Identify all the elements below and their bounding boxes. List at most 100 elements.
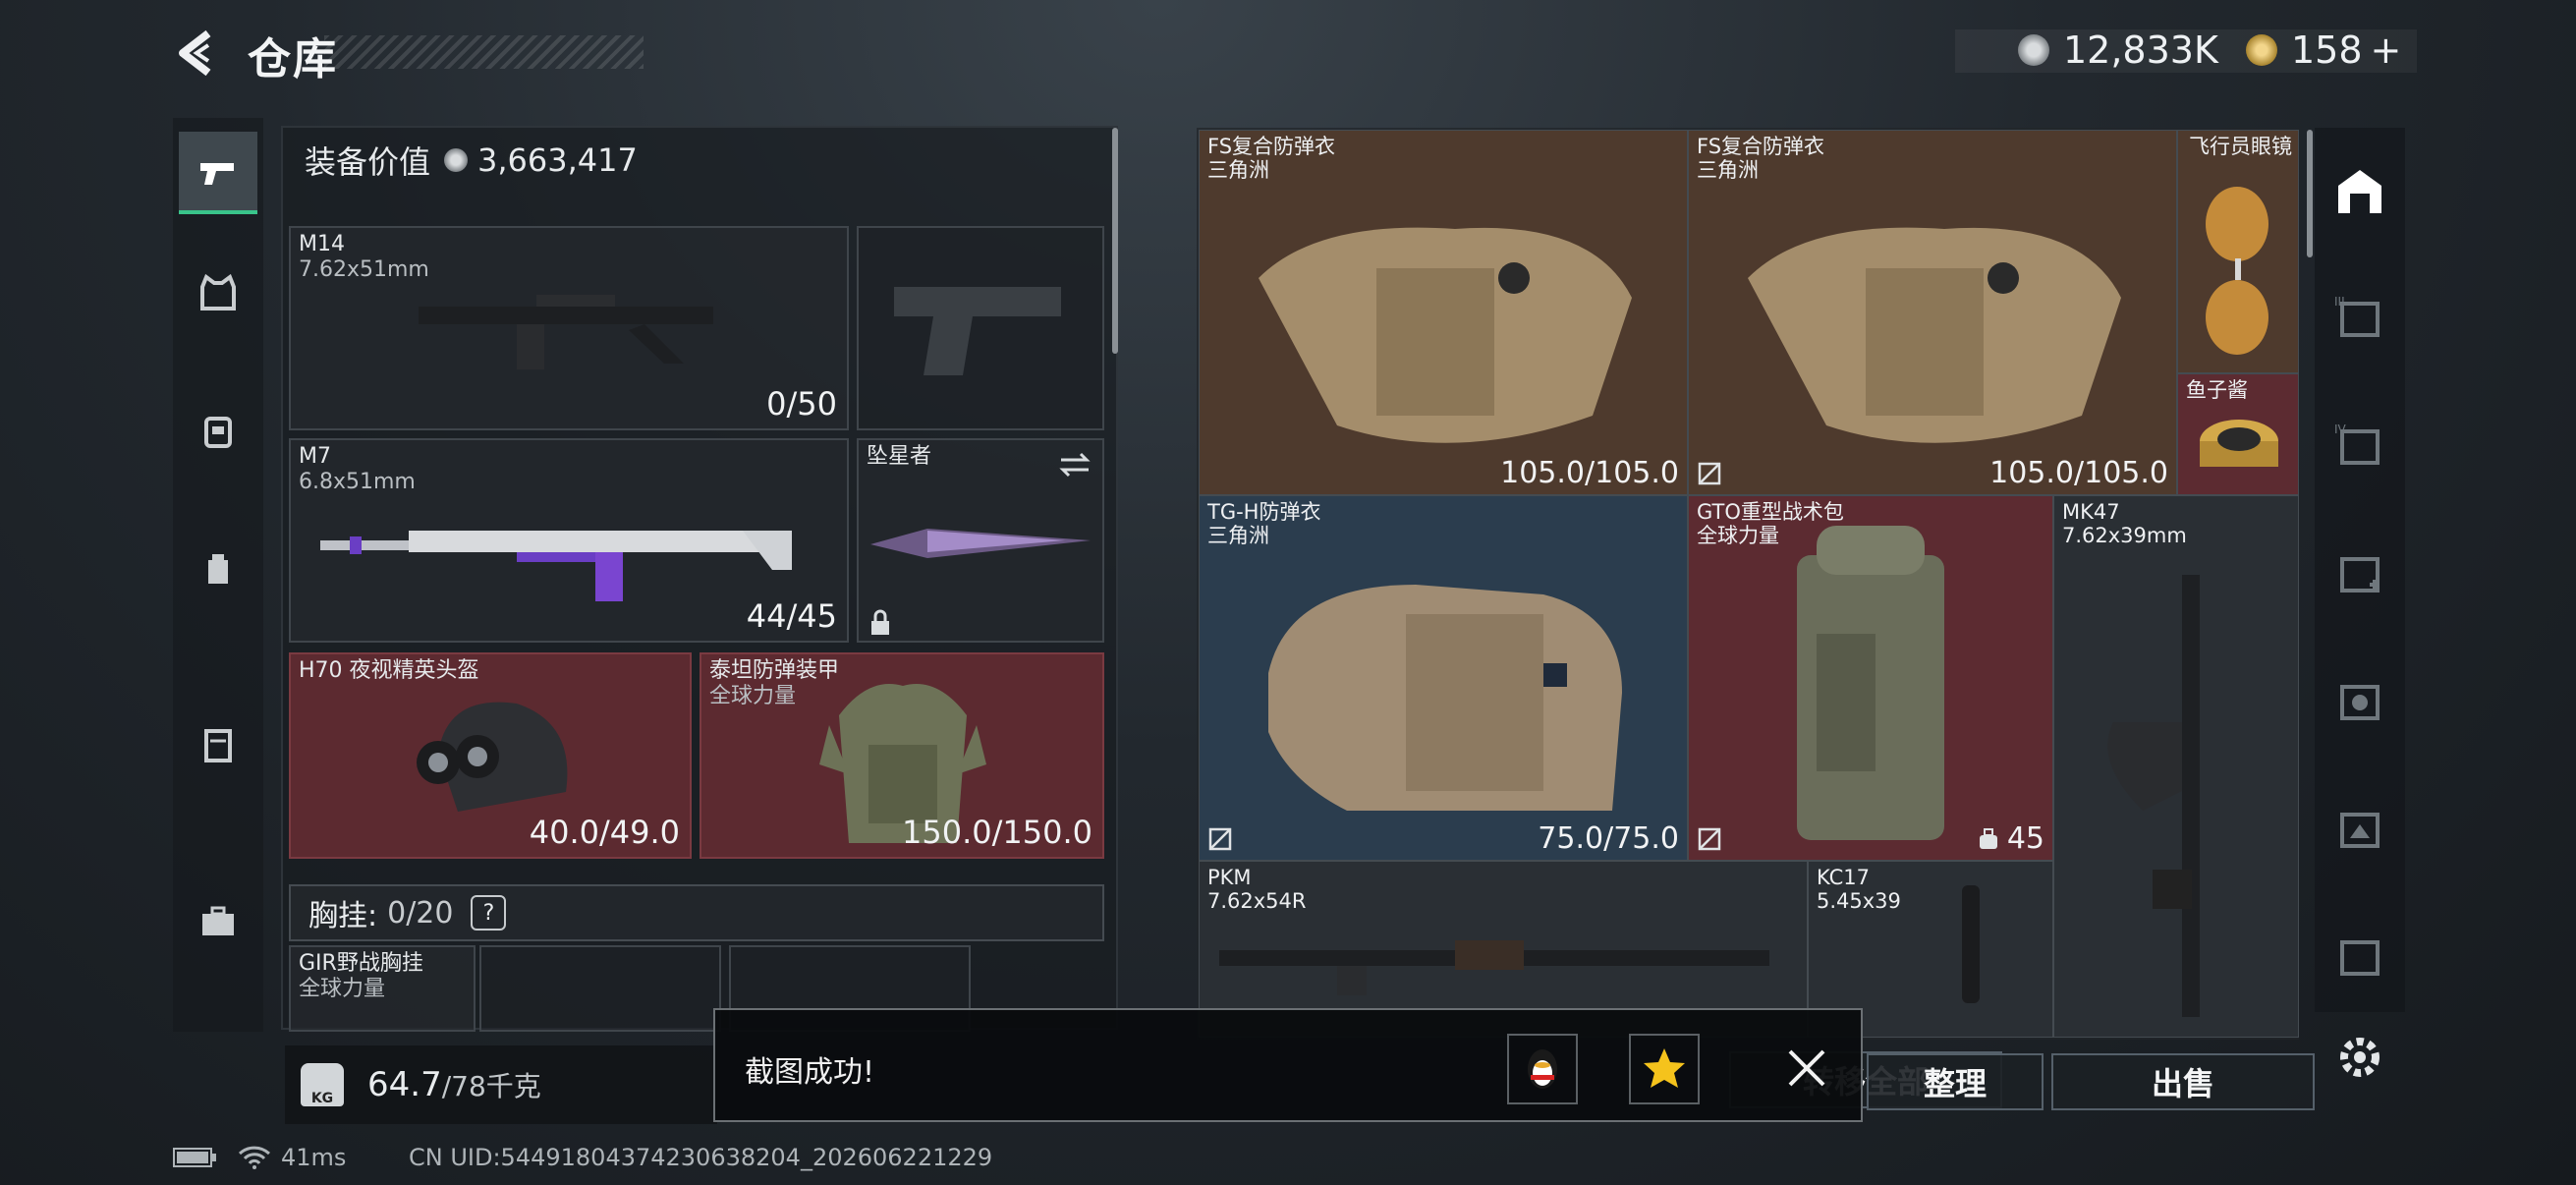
backpack-image — [1797, 526, 1944, 840]
storage-nav: III IV — [2315, 128, 2405, 1012]
toast-message: 截图成功! — [745, 1055, 875, 1090]
item-name: M14 — [299, 232, 345, 256]
item-caliber: 5.45x39 — [1817, 889, 1901, 913]
storage-scrollbar[interactable] — [2307, 130, 2313, 257]
item-faction: 三角洲 — [1207, 524, 1269, 547]
item-faction: 三角洲 — [1207, 158, 1269, 182]
slot-primary-weapon[interactable]: M14 7.62x51mm 0/50 — [289, 226, 849, 430]
tab-weapons[interactable] — [179, 132, 257, 214]
tab-backpack[interactable] — [179, 529, 257, 607]
gold-currency[interactable]: 158 + — [2246, 26, 2401, 75]
storage-nav-page-medical[interactable] — [2315, 511, 2405, 639]
rifle-image — [2107, 575, 2200, 1017]
sell-label: 出售 — [2151, 1065, 2214, 1102]
item-caliber: 7.62x54R — [1207, 889, 1307, 913]
durability: 40.0/49.0 — [529, 814, 680, 851]
storage-nav-page-3[interactable]: III — [2315, 255, 2405, 383]
vest-image — [1268, 585, 1622, 811]
storage-nav-page-valuables[interactable] — [2315, 639, 2405, 766]
valuables-tier-icon — [2340, 685, 2380, 720]
close-icon — [1788, 1049, 1825, 1087]
storage-nav-page-4[interactable]: IV — [2315, 383, 2405, 511]
screenshot-toast: 截图成功! — [713, 1008, 1863, 1122]
settings-button[interactable] — [2332, 1030, 2387, 1085]
tab-armor[interactable] — [179, 254, 257, 332]
sell-button[interactable]: 出售 — [2051, 1053, 2315, 1110]
chest-rig-label: 胸挂: — [308, 899, 378, 933]
gold-add-button[interactable]: + — [2371, 28, 2402, 72]
qq-penguin-icon — [1528, 1049, 1557, 1089]
chest-rig-icon — [204, 417, 232, 448]
machine-gun-image — [1219, 940, 1769, 995]
vest-image — [1259, 227, 1632, 443]
rifle-image — [320, 531, 792, 601]
chest-rig-header: 胸挂: 0/20 ? — [289, 884, 1104, 941]
slot-pistol-empty[interactable] — [857, 226, 1104, 430]
storage-item[interactable]: MK47 7.62x39mm — [2053, 495, 2299, 1038]
slot-body-armor[interactable]: 泰坦防弹装甲 全球力量 150.0/150.0 — [700, 652, 1104, 859]
item-name: KC17 — [1817, 866, 1871, 889]
vest-image — [1748, 227, 2121, 443]
slot-secondary-weapon[interactable]: M7 6.8x51mm 44/45 — [289, 438, 849, 643]
pistol-icon — [200, 163, 234, 185]
item-name: H70 夜视精英头盔 — [299, 658, 479, 683]
sort-label: 整理 — [1923, 1065, 1987, 1102]
wifi-icon — [238, 1146, 271, 1169]
storage-item[interactable]: GTO重型战术包 全球力量 45 — [1688, 495, 2053, 861]
player-uid: CN UID:54491804374230638204_202606221229 — [409, 1144, 993, 1171]
tab-case[interactable] — [179, 705, 257, 784]
gear-icon — [2340, 1038, 2380, 1077]
toolbox-icon — [202, 906, 234, 935]
share-qzone-button[interactable] — [1629, 1034, 1700, 1104]
storage-nav-page-mark[interactable] — [2315, 766, 2405, 894]
bag-capacity-icon — [1979, 827, 1997, 849]
equipment-value-label: 装备价值 — [305, 143, 431, 181]
page-tier-icon: III — [2334, 295, 2380, 337]
storage-item[interactable]: 飞行员眼镜 — [2177, 130, 2299, 373]
item-name: FS复合防弹衣 — [1207, 135, 1336, 158]
sort-button[interactable]: 整理 — [1867, 1053, 2044, 1110]
chevron-left-icon — [179, 29, 211, 77]
silver-coin-icon — [444, 148, 469, 172]
storage-item[interactable]: 鱼子酱 — [2177, 373, 2299, 495]
item-name: PKM — [1207, 866, 1252, 889]
vest-icon — [200, 273, 236, 310]
pistol-placeholder-icon — [894, 287, 1061, 375]
item-faction: 全球力量 — [299, 977, 386, 1001]
weight-current: 64.7 — [367, 1065, 442, 1104]
item-name: FS复合防弹衣 — [1697, 135, 1825, 158]
capacity-value: 45 — [2006, 821, 2044, 856]
ammo-count: 0/50 — [766, 385, 837, 423]
slot-chest-rig[interactable]: GIR野战胸挂 全球力量 — [289, 945, 476, 1032]
tab-toolbox[interactable] — [179, 882, 257, 961]
help-icon[interactable]: ? — [471, 895, 507, 931]
slot-helmet[interactable]: H70 夜视精英头盔 40.0/49.0 — [289, 652, 692, 859]
back-button[interactable] — [169, 24, 228, 83]
lock-icon — [871, 609, 889, 635]
loadout-scrollbar[interactable] — [1112, 128, 1118, 354]
gold-coin-icon — [2246, 34, 2277, 66]
durability: 75.0/75.0 — [1538, 821, 1679, 856]
storage-item[interactable]: FS复合防弹衣 三角洲 105.0/105.0 — [1199, 130, 1688, 495]
rig-pocket-slot[interactable] — [479, 945, 721, 1032]
storage-nav-page-extra[interactable] — [2315, 894, 2405, 1022]
silver-coin-icon — [2018, 34, 2049, 66]
weight-kg-icon: KG — [301, 1063, 344, 1106]
storage-item[interactable]: FS复合防弹衣 三角洲 105.0/105.0 — [1688, 130, 2177, 495]
share-qq-button[interactable] — [1507, 1034, 1578, 1104]
item-name: 鱼子酱 — [2186, 378, 2248, 402]
storage-item[interactable]: TG-H防弹衣 三角洲 75.0/75.0 — [1199, 495, 1688, 861]
slot-melee[interactable]: 坠星者 — [857, 438, 1104, 643]
caviar-tin-image — [2200, 420, 2278, 467]
swap-icon[interactable] — [1057, 450, 1092, 480]
page-tier-icon: IV — [2334, 423, 2380, 465]
qzone-star-icon — [1644, 1048, 1685, 1088]
item-name: 飞行员眼镜 — [2189, 135, 2292, 158]
no-insure-icon — [1698, 827, 1721, 851]
warehouse-icon — [2338, 170, 2381, 213]
tab-rig[interactable] — [179, 391, 257, 470]
toast-close-button[interactable] — [1782, 1044, 1831, 1093]
storage-nav-home[interactable] — [2315, 128, 2405, 255]
item-name: TG-H防弹衣 — [1207, 500, 1321, 524]
item-name: MK47 — [2062, 500, 2120, 524]
